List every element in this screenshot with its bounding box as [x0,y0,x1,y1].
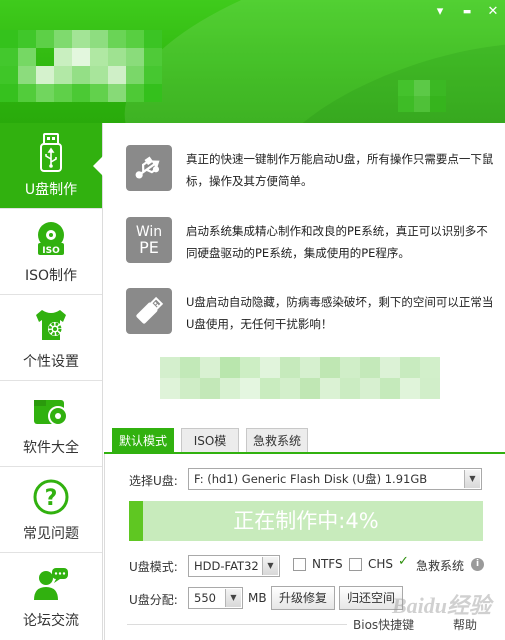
partition-size-select[interactable]: 550 ▼ [188,587,243,609]
feature-item: Win PE 启动系统集成精心制作和改良的PE系统，真正可以识别多不同硬盘驱动的… [126,217,496,264]
upgrade-repair-button[interactable]: 升级修复 [271,586,335,610]
ntfs-checkbox[interactable] [293,558,306,571]
logo-mosaic-small [398,80,446,112]
sidebar-item-label: U盘制作 [24,182,78,198]
question-icon: ? [31,477,71,517]
rescue-checkbox[interactable] [398,554,411,571]
sidebar: U盘制作 ISO ISO制作 个性设置 软件大全 ? 常见问题 论坛交流 [0,123,103,640]
progress-bar: 正在制作中:4% [129,501,483,541]
sidebar-item-forum[interactable]: 论坛交流 [0,553,102,639]
software-icon [31,391,71,431]
select-usb-label: 选择U盘: [129,474,178,488]
sidebar-item-software[interactable]: 软件大全 [0,381,102,467]
usb-icon [31,133,71,173]
usb-mode-label: U盘模式: [129,560,178,574]
forum-icon [31,564,71,604]
usb-drive-icon [126,288,172,334]
shirt-gear-icon [31,305,71,345]
divider [127,624,347,625]
info-icon[interactable]: i [471,558,484,571]
sidebar-item-label: 常见问题 [23,526,79,542]
sidebar-item-label: 软件大全 [23,440,79,456]
usb-symbol-icon [126,145,172,191]
sidebar-item-label: 论坛交流 [23,613,79,629]
sidebar-item-label: ISO制作 [24,268,78,284]
chevron-down-icon: ▼ [464,470,480,488]
partition-label: U盘分配: [129,593,178,607]
usb-device-select[interactable]: F: (hd1) Generic Flash Disk (U盘) 1.91GB … [188,468,482,490]
partition-size-value: 550 [194,591,216,605]
tab-default-mode[interactable]: 默认模式 [112,428,174,452]
logo-mosaic [0,30,162,102]
tab-iso-mode[interactable]: ISO模式 [181,428,239,472]
usb-mode-select[interactable]: HDD-FAT32 ▼ [188,555,280,577]
feature-item: 真正的快速一键制作万能启动U盘，所有操作只需要点一下鼠标，操作及其方便简单。 [126,145,496,192]
sidebar-item-personalize[interactable]: 个性设置 [0,295,102,381]
disc-icon: ISO [31,219,71,259]
chevron-down-icon: ▼ [225,589,241,607]
usb-device-value: F: (hd1) Generic Flash Disk (U盘) 1.91GB [194,472,428,486]
sidebar-item-faq[interactable]: ? 常见问题 [0,467,102,553]
tab-rescue-system[interactable]: 急救系统 [246,428,308,452]
progress-text: 正在制作中:4% [233,509,379,533]
mode-tabs: 默认模式 ISO模式 急救系统 [104,426,505,472]
usb-mode-value: HDD-FAT32 [194,559,259,573]
chs-checkbox[interactable] [349,558,362,571]
sidebar-item-usb-make[interactable]: U盘制作 [0,123,103,209]
feature-item: U盘启动自动隐藏，防病毒感染破坏，剩下的空间可以正常当U盘使用，无任何干扰影响！ [126,288,496,335]
ntfs-label: NTFS [312,557,343,571]
close-icon[interactable]: ✕ [484,4,502,20]
rescue-label: 急救系统 [416,559,465,573]
feature-text: 真正的快速一键制作万能启动U盘，所有操作只需要点一下鼠标，操作及其方便简单。 [186,152,494,188]
feature-text: 启动系统集成精心制作和改良的PE系统，真正可以识别多不同硬盘驱动的PE系统，集成… [186,224,488,260]
winpe-icon: Win PE [126,217,172,263]
sidebar-item-label: 个性设置 [23,354,79,370]
app-header: ▾ ▬ ✕ [0,0,505,123]
sidebar-item-iso-make[interactable]: ISO ISO制作 [0,209,102,295]
minimize-icon[interactable]: ▬ [458,4,476,20]
feature-text: U盘启动自动隐藏，防病毒感染破坏，剩下的空间可以正常当U盘使用，无任何干扰影响！ [186,295,494,331]
chevron-down-icon: ▼ [262,557,278,575]
chs-label: CHS [368,557,394,571]
watermark: Baidu经验 [392,593,492,618]
menu-dropdown-icon[interactable]: ▾ [431,4,449,20]
svg-text:?: ? [45,486,58,511]
svg-text:ISO: ISO [42,246,60,256]
winpe-icon-text-bottom: PE [139,238,159,257]
ad-banner-mosaic [160,357,440,399]
partition-unit: MB [248,591,267,605]
